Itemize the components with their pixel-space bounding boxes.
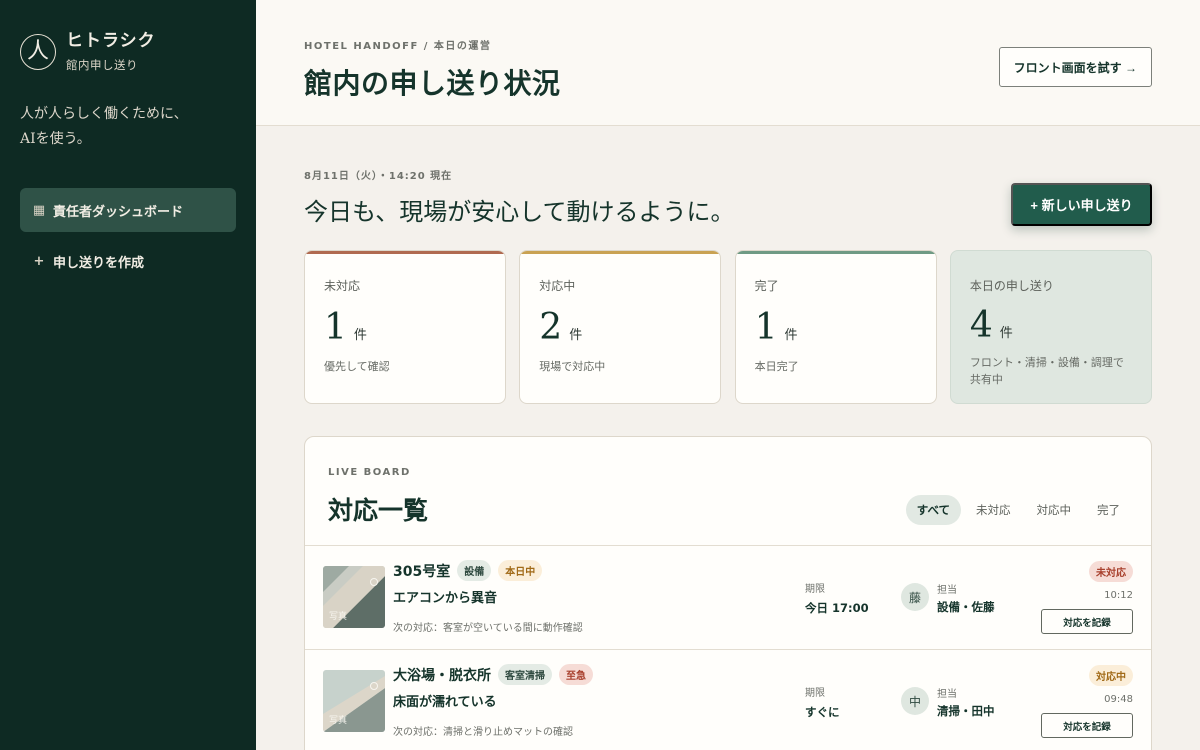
category-badge: 設備	[457, 560, 492, 581]
page-header: HOTEL HANDOFF / 本日の運営 館内の申し送り状況 フロント画面を試…	[256, 0, 1200, 126]
status-badge: 対応中	[1089, 665, 1133, 686]
owner-label: 担当	[937, 585, 957, 596]
record-response-button[interactable]: 対応を記録	[1041, 609, 1133, 634]
filter-all[interactable]: すべて	[905, 495, 961, 525]
hero-message: 今日も、現場が安心して動けるように。	[304, 198, 735, 226]
live-board: LIVE BOARD 対応一覧 すべて 未対応 対応中 完了 写真 305号室 …	[304, 436, 1152, 750]
breadcrumb: HOTEL HANDOFF / 本日の運営	[304, 41, 492, 52]
sidebar-item-label: 申し送りを作成	[53, 255, 145, 271]
filter-open[interactable]: 未対応	[965, 495, 1022, 525]
brand-subtitle: 館内申し送り	[66, 58, 138, 72]
card-done: 完了 1件 本日完了	[734, 250, 937, 404]
sidebar-item-dashboard[interactable]: ▦ 責任者ダッシュボード	[20, 188, 236, 232]
card-note: 現場で対応中	[539, 360, 606, 373]
row-issue: 床面が濡れている	[393, 695, 497, 710]
sidebar: 人 ヒトラシク 館内申し送り 人が人らしく働くために、 AIを使う。 ▦ 責任者…	[0, 0, 256, 750]
card-in-progress: 対応中 2件 現場で対応中	[519, 250, 722, 404]
board-eyebrow: LIVE BOARD	[328, 467, 411, 478]
card-unit: 件	[353, 328, 367, 343]
card-today-total: 本日の申し送り 4件 フロント・清掃・設備・調理で共有中	[949, 250, 1152, 404]
row-time: 10:12	[1104, 590, 1133, 601]
row-location: 305号室	[393, 563, 451, 580]
owner-value: 清掃・田中	[937, 704, 995, 718]
card-label: 未対応	[324, 279, 361, 293]
card-note: フロント・清掃・設備・調理で共有中	[969, 356, 1124, 386]
due-value: 今日 17:00	[805, 601, 869, 615]
new-handoff-button[interactable]: + 新しい申し送り	[1011, 183, 1152, 226]
sidebar-nav: ▦ 責任者ダッシュボード + 申し送りを作成	[20, 188, 236, 290]
card-label: 対応中	[539, 279, 576, 293]
filter-in-progress[interactable]: 対応中	[1026, 495, 1083, 525]
table-row[interactable]: 写真 305号室 設備 本日中 エアコンから異音 次の対応：客室が空いている間に…	[305, 546, 1151, 650]
row-time: 09:48	[1104, 694, 1133, 705]
camera-icon	[370, 682, 378, 690]
card-count: 4	[969, 305, 993, 346]
card-note: 本日完了	[754, 360, 799, 373]
photo-label: 写真	[329, 612, 348, 622]
brand-logo-icon: 人	[20, 34, 56, 70]
priority-badge: 本日中	[498, 560, 543, 581]
category-badge: 客室清掃	[498, 664, 552, 685]
due-label: 期限	[805, 688, 825, 699]
board-title: 対応一覧	[328, 496, 429, 525]
owner-value: 設備・佐藤	[937, 600, 995, 614]
due-label: 期限	[805, 584, 825, 595]
summary-cards: 未対応 1件 優先して確認 対応中 2件 現場で対応中 完了 1件 本日完了 本…	[304, 250, 1152, 404]
plus-icon: +	[33, 253, 45, 269]
photo-thumbnail[interactable]: 写真	[323, 670, 385, 732]
row-issue: エアコンから異音	[393, 591, 498, 606]
card-label: 本日の申し送り	[969, 279, 1054, 293]
try-front-screen-button[interactable]: フロント画面を試す →	[998, 47, 1152, 87]
camera-icon	[370, 578, 378, 586]
row-next-action: 次の対応：清掃と滑り止めマットの確認	[393, 727, 573, 738]
filter-done[interactable]: 完了	[1086, 495, 1131, 525]
card-accent-bar	[735, 251, 936, 254]
photo-thumbnail[interactable]: 写真	[323, 566, 385, 628]
sidebar-item-label: 責任者ダッシュボード	[53, 204, 184, 220]
tagline: 人が人らしく働くために、 AIを使う。	[20, 106, 188, 147]
card-count: 1	[324, 307, 347, 348]
card-unit: 件	[999, 326, 1013, 341]
priority-badge: 至急	[559, 664, 593, 685]
brand-name: ヒトラシク	[66, 31, 156, 51]
row-next-action: 次の対応：客室が空いている間に動作確認	[393, 623, 583, 634]
owner-label: 担当	[937, 689, 957, 700]
card-note: 優先して確認	[324, 360, 390, 373]
card-count: 1	[754, 307, 778, 348]
card-unit: 件	[569, 328, 583, 343]
card-unit: 件	[784, 328, 798, 343]
brand: 人 ヒトラシク 館内申し送り	[20, 30, 156, 73]
card-count: 2	[539, 307, 563, 348]
card-open: 未対応 1件 優先して確認	[304, 250, 506, 404]
photo-label: 写真	[329, 716, 348, 726]
avatar: 中	[901, 687, 929, 715]
sidebar-item-create-handoff[interactable]: + 申し送りを作成	[20, 239, 236, 283]
status-badge: 未対応	[1089, 561, 1133, 582]
card-accent-bar	[305, 251, 505, 254]
card-accent-bar	[520, 251, 721, 254]
grid-icon: ▦	[32, 202, 46, 218]
row-location: 大浴場・脱衣所	[393, 667, 491, 684]
record-response-button[interactable]: 対応を記録	[1041, 713, 1133, 738]
table-row[interactable]: 写真 大浴場・脱衣所 客室清掃 至急 床面が濡れている 次の対応：清掃と滑り止め…	[305, 650, 1151, 750]
due-value: すぐに	[805, 705, 840, 719]
current-datetime: 8月11日（火）・14:20 現在	[304, 171, 453, 182]
avatar: 藤	[901, 583, 929, 611]
card-label: 完了	[754, 279, 779, 293]
status-filter: すべて 未対応 対応中 完了	[902, 495, 1131, 525]
page-title: 館内の申し送り状況	[304, 67, 561, 100]
